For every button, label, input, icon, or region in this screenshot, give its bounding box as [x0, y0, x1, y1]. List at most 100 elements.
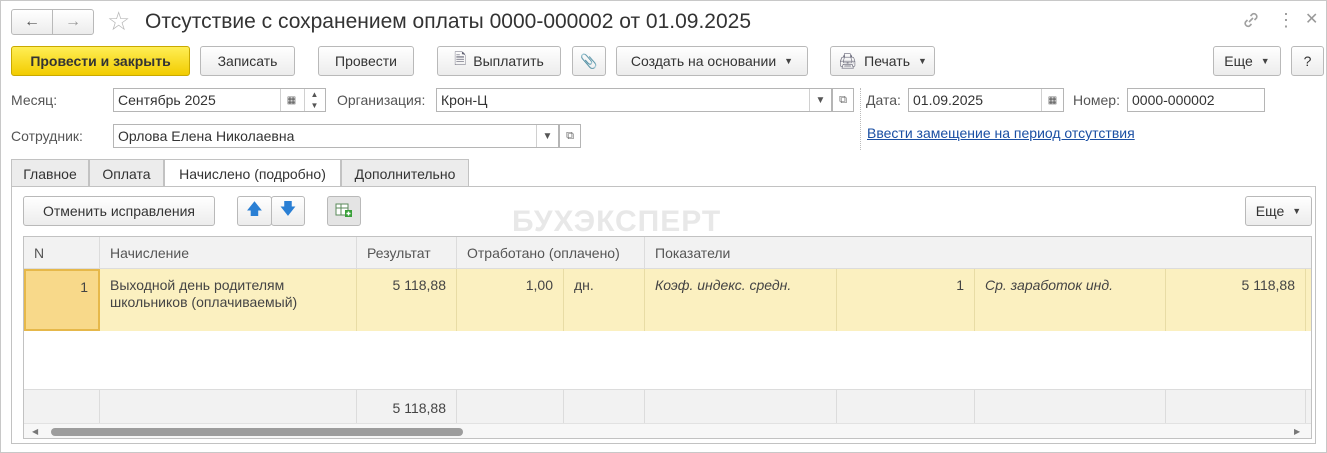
cell-unit[interactable]: дн.: [564, 269, 645, 331]
print-label: Печать: [864, 53, 910, 69]
cancel-corrections-button[interactable]: Отменить исправления: [23, 196, 215, 226]
watermark: БУХЭКСПЕРТ: [512, 205, 722, 238]
save-button[interactable]: Записать: [200, 46, 295, 76]
cell-indicator-1-value[interactable]: 1: [837, 269, 975, 331]
cancel-corrections-label: Отменить исправления: [42, 203, 196, 219]
back-button[interactable]: ←: [11, 9, 53, 35]
print-button[interactable]: 🖨 Печать ▼: [830, 46, 935, 76]
accruals-table[interactable]: N Начисление Результат Отработано (оплач…: [23, 236, 1312, 439]
employee-field[interactable]: Орлова Елена Николаевна ▼: [113, 124, 559, 148]
cell-indicator-2-value[interactable]: 5 118,88: [1166, 269, 1306, 331]
footer-cell: [564, 389, 645, 423]
month-field[interactable]: Сентябрь 2025 ▦ ▲ ▼: [113, 88, 326, 112]
cell-indicator-1-name[interactable]: Коэф. индекс. средн.: [645, 269, 837, 331]
cell-accrual[interactable]: Выходной день родителям школьников (опла…: [100, 269, 357, 331]
chevron-down-icon: ▼: [1292, 206, 1302, 216]
post-and-close-label: Провести и закрыть: [30, 53, 171, 69]
organization-field[interactable]: Крон-Ц ▼: [436, 88, 832, 112]
column-header-result[interactable]: Результат: [357, 237, 457, 269]
footer-cell: [100, 389, 357, 423]
month-stepper[interactable]: ▲ ▼: [304, 89, 324, 111]
scroll-right-icon[interactable]: ▶: [1294, 427, 1300, 436]
more-label: Еще: [1224, 53, 1253, 69]
tab-accrued-detailed[interactable]: Начислено (подробно): [164, 159, 341, 188]
chevron-down-icon: ▼: [1260, 56, 1270, 66]
tab-payment[interactable]: Оплата: [89, 159, 164, 187]
number-field[interactable]: 0000-000002: [1127, 88, 1265, 112]
footer-cell: [1166, 389, 1306, 423]
kebab-menu-icon[interactable]: ⋮: [1277, 10, 1295, 30]
close-icon[interactable]: ✕: [1305, 10, 1318, 30]
tab-main[interactable]: Главное: [11, 159, 89, 187]
arrow-up-icon: 🡅: [246, 200, 263, 218]
star-icon[interactable]: ☆: [107, 8, 130, 34]
post-button[interactable]: Провести: [318, 46, 414, 76]
scroll-left-icon[interactable]: ◀: [32, 427, 38, 436]
chevron-down-icon: ▼: [918, 56, 927, 66]
post-and-close-button[interactable]: Провести и закрыть: [11, 46, 190, 76]
paperclip-icon: 📎: [580, 52, 598, 69]
column-header-accrual[interactable]: Начисление: [100, 237, 357, 269]
cell-indicator-2-name[interactable]: Ср. заработок инд.: [975, 269, 1166, 331]
footer-cell: [975, 389, 1166, 423]
forward-button[interactable]: →: [52, 9, 94, 35]
help-button[interactable]: ?: [1291, 46, 1324, 76]
organization-label: Организация:: [337, 92, 426, 108]
open-form-icon: ⧉: [839, 93, 847, 106]
dropdown-icon[interactable]: ▼: [809, 89, 831, 111]
post-label: Провести: [335, 53, 397, 69]
tab-additional[interactable]: Дополнительно: [341, 159, 469, 187]
dropdown-icon[interactable]: ▼: [536, 125, 558, 147]
separator: [860, 88, 861, 150]
tab-label: Главное: [23, 165, 77, 182]
arrow-left-icon: ←: [24, 13, 40, 30]
create-based-button[interactable]: Создать на основании ▼: [616, 46, 808, 76]
panel-more-button[interactable]: Еще ▼: [1245, 196, 1312, 226]
open-form-icon: ⧉: [566, 129, 574, 142]
scrollbar-thumb[interactable]: [51, 428, 463, 436]
date-label: Дата:: [866, 92, 901, 108]
calendar-icon[interactable]: ▦: [1041, 89, 1063, 111]
pay-button[interactable]: 🗎 Выплатить: [437, 46, 561, 76]
month-value: Сентябрь 2025: [118, 92, 216, 108]
footer-cell: [24, 389, 100, 423]
open-organization-button[interactable]: ⧉: [832, 88, 854, 112]
cell-worked[interactable]: 1,00: [457, 269, 564, 331]
month-label: Месяц:: [11, 92, 58, 108]
move-down-button[interactable]: 🡇: [271, 196, 305, 226]
footer-cell: [837, 389, 975, 423]
window-title: Отсутствие с сохранением оплаты 0000-000…: [145, 10, 752, 33]
chevron-down-icon: ▼: [784, 56, 794, 66]
employee-value: Орлова Елена Николаевна: [118, 128, 295, 144]
cell-n[interactable]: 1: [24, 269, 100, 331]
number-label: Номер:: [1073, 92, 1120, 108]
open-employee-button[interactable]: ⧉: [559, 124, 581, 148]
pay-label: Выплатить: [473, 53, 544, 69]
attach-button[interactable]: 📎: [572, 46, 606, 76]
column-header-indicators[interactable]: Показатели: [645, 237, 1311, 269]
document-icon: 🗎: [454, 50, 467, 68]
footer-cell: [457, 389, 564, 423]
date-field[interactable]: 01.09.2025 ▦: [908, 88, 1064, 112]
save-label: Записать: [217, 53, 278, 69]
link-icon[interactable]: [1241, 10, 1261, 34]
replacement-link[interactable]: Ввести замещение на период отсутствия: [867, 125, 1135, 141]
calendar-icon[interactable]: ▦: [280, 89, 302, 111]
tab-label: Начислено (подробно): [179, 166, 326, 182]
move-up-button[interactable]: 🡅: [237, 196, 272, 226]
table-add-icon: [335, 202, 353, 221]
cell-result[interactable]: 5 118,88: [357, 269, 457, 331]
chevron-down-icon: ▼: [310, 101, 319, 110]
table-settings-button[interactable]: [327, 196, 361, 226]
tab-label: Оплата: [102, 165, 151, 182]
printer-icon: 🖨: [838, 53, 858, 70]
arrow-down-icon: 🡇: [279, 200, 297, 218]
more-button[interactable]: Еще ▼: [1213, 46, 1281, 76]
horizontal-scrollbar[interactable]: ◀ ▶: [24, 423, 1311, 438]
create-based-label: Создать на основании: [630, 53, 777, 69]
cell-filler: [1306, 269, 1311, 331]
column-header-n[interactable]: N: [24, 237, 100, 269]
organization-value: Крон-Ц: [441, 92, 488, 108]
employee-label: Сотрудник:: [11, 128, 83, 144]
column-header-worked[interactable]: Отработано (оплачено): [457, 237, 645, 269]
